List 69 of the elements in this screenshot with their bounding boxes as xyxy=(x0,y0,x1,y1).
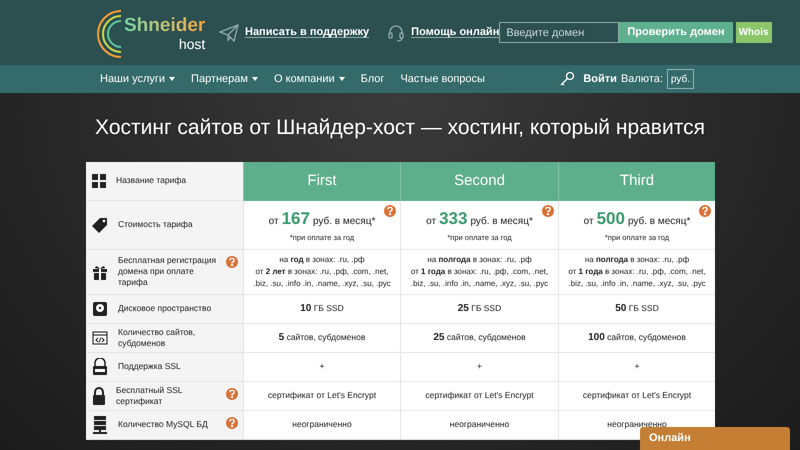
cell-text: на полгода в зонах: .ru, .рф xyxy=(427,254,532,266)
row-label: Название тарифа xyxy=(116,175,186,186)
help-icon[interactable] xyxy=(226,416,238,428)
logo-subtext: host xyxy=(178,36,206,52)
cell-text: 100 сайтов, субдоменов xyxy=(588,331,686,345)
cell-text: сертификат от Let's Encrypt xyxy=(425,389,534,402)
domain-input[interactable]: Введите домен xyxy=(499,22,620,43)
row-label: Стоимость тарифа xyxy=(118,219,193,230)
plan-name: First xyxy=(243,162,400,200)
row-label: Количество MySQL БД xyxy=(118,419,208,430)
caret-icon xyxy=(252,77,258,81)
online-chat-button[interactable]: Онлайн xyxy=(640,427,790,450)
nav-item[interactable]: Партнерам xyxy=(191,70,258,88)
caret-icon xyxy=(169,77,176,81)
help-icon[interactable] xyxy=(384,204,396,216)
row-label: Дисковое пространство xyxy=(118,303,212,314)
support-link[interactable]: Написать в поддержку xyxy=(245,24,370,41)
price-text: от 500 руб. в месяц* xyxy=(584,208,690,230)
caret-icon xyxy=(338,77,345,81)
nav-item[interactable]: Наши услуги xyxy=(100,70,176,88)
key-icon xyxy=(559,71,576,87)
cell-text: 25 ГБ SSD xyxy=(458,302,502,316)
cell-text: сертификат от Let's Encrypt xyxy=(582,389,692,402)
help-icon[interactable] xyxy=(542,204,554,216)
paper-plane-icon xyxy=(219,24,239,42)
logo-arcs-icon xyxy=(97,10,123,58)
cell-text: + xyxy=(634,360,640,373)
row-label: Бесплатная регистрация домена при оплате тарифа xyxy=(118,255,218,288)
padlock-icon xyxy=(92,386,106,404)
cell-text: 10 ГБ SSD xyxy=(300,302,344,316)
currency-select[interactable]: руб. xyxy=(666,69,694,89)
login-link[interactable]: Войти xyxy=(583,70,617,88)
gift-icon xyxy=(92,264,108,280)
cell-text: 25 сайтов, субдоменов xyxy=(433,331,526,345)
nav-item[interactable]: О компании xyxy=(274,70,345,88)
help-icon[interactable] xyxy=(226,388,238,400)
cell-text: от 1 года в зонах: .ru, .рф, .com, .net, .biz, .su, .info .in, .name, .xyz, .su, .рус xyxy=(410,266,550,290)
plan-name: Third xyxy=(558,162,715,200)
price-tag-icon xyxy=(92,216,108,232)
code-window-icon xyxy=(92,330,108,346)
cell-text: от 1 года в зонах: .ru, .рф, .com, .net, .biz, .su, .info .in, .name, .xyz, .su, .рус xyxy=(567,266,707,290)
row-label: Количество сайтов, субдоменов xyxy=(118,326,196,348)
cell-text: 50 ГБ SSD xyxy=(615,302,659,316)
cell-text: неограниченно xyxy=(292,418,352,431)
row-label: Поддержка SSL xyxy=(118,361,181,372)
price-text: от 167 руб. в месяц* xyxy=(268,208,376,230)
ssl-lock-icon xyxy=(92,358,108,376)
cell-text: от 2 лет в зонах: .ru, .рф, .com, .net, .biz, .su, .info .in, .name, .xyz, .su, .рус xyxy=(252,266,392,290)
headset-icon xyxy=(387,24,406,42)
page-title: Хостинг сайтов от Шнайдер-хост — хостинг, который нравится xyxy=(95,115,705,141)
cell-text: + xyxy=(320,360,324,373)
hard-drive-icon xyxy=(92,300,108,316)
currency-label: Валюта: xyxy=(620,72,663,87)
server-icon xyxy=(92,416,108,434)
row-label: Бесплатный SSL сертификат xyxy=(116,384,184,406)
help-icon[interactable] xyxy=(699,204,711,216)
help-icon[interactable] xyxy=(226,256,238,268)
cell-text: 5 сайтов, субдоменов xyxy=(278,331,366,345)
cell-text: на год в зонах: .ru, .рф xyxy=(279,254,365,266)
nav-item[interactable]: Частые вопросы xyxy=(400,70,485,88)
cell-text: на полгода в зонах: .ru, .рф xyxy=(584,254,690,266)
grid-icon xyxy=(92,174,106,188)
nav-item[interactable]: Блог xyxy=(360,70,384,88)
cell-text: + xyxy=(477,360,482,373)
cell-text: сертификат от Let's Encrypt xyxy=(268,389,376,402)
support-link[interactable]: Помощь онлайн xyxy=(411,24,500,41)
plan-name: Second xyxy=(400,162,558,200)
price-text: от 333 руб. в месяц* xyxy=(426,208,533,230)
cell-text: неограниченно xyxy=(450,418,510,431)
